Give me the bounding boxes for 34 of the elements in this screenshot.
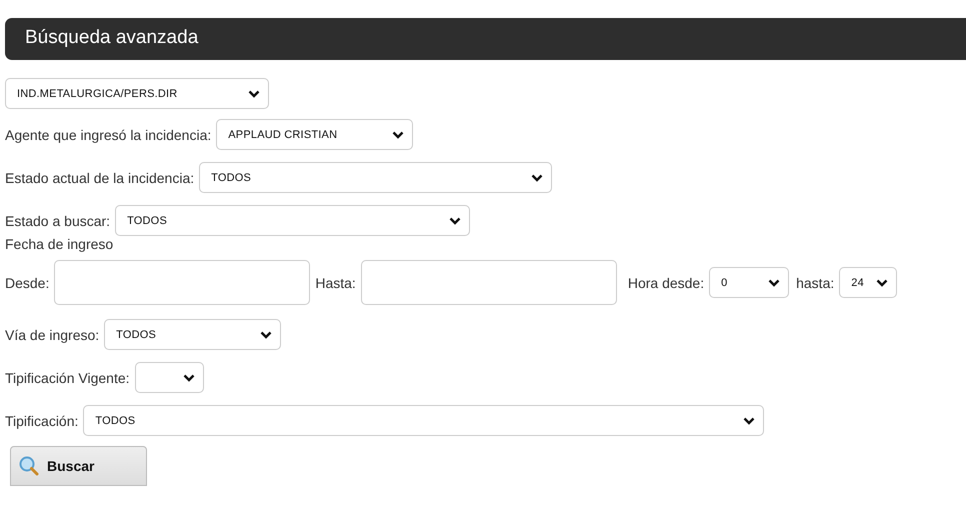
field-label: Vía de ingreso: [5,326,100,342]
chevron-icon [743,416,756,424]
chevron-icon [768,278,780,286]
date-field[interactable] [54,260,310,305]
dropdown[interactable]: IND.METALURGICA/PERS.DIR [5,78,269,109]
field-label: hasta: [796,274,834,290]
page-header: Búsqueda avanzada [5,18,966,60]
chevron-icon [260,330,272,338]
dropdown[interactable]: 0 [709,267,790,298]
date-field[interactable] [360,260,617,305]
field-label: Tipificación Vigente: [5,370,130,386]
chevron-icon [876,278,888,286]
field-label: Estado actual de la incidencia: [5,170,194,186]
dropdown[interactable]: 24 [839,267,898,298]
dropdown[interactable] [134,362,204,393]
dropdown[interactable]: APPLAUD CRISTIAN [216,119,414,150]
chevron-icon [449,216,462,224]
chevron-icon [182,374,195,382]
chevron-icon [392,130,404,138]
chevron-icon [248,90,260,98]
dropdown[interactable]: TODOS [199,162,552,193]
field-label: Desde: [5,274,50,290]
chevron-icon [531,174,544,182]
field-label: Hora desde: [628,274,704,290]
field-label: Fecha de ingreso [5,236,114,252]
field-label: Agente que ingresó la incidencia: [5,126,212,142]
search-icon [19,456,39,476]
dropdown[interactable]: TODOS [104,319,282,350]
field-label: Tipificación: [5,412,78,428]
dropdown[interactable]: TODOS [115,205,470,236]
field-label: Hasta: [315,274,356,290]
field-label: Estado a buscar: [5,212,110,228]
search-button[interactable]: Buscar [10,446,147,486]
dropdown[interactable]: TODOS [83,405,764,436]
